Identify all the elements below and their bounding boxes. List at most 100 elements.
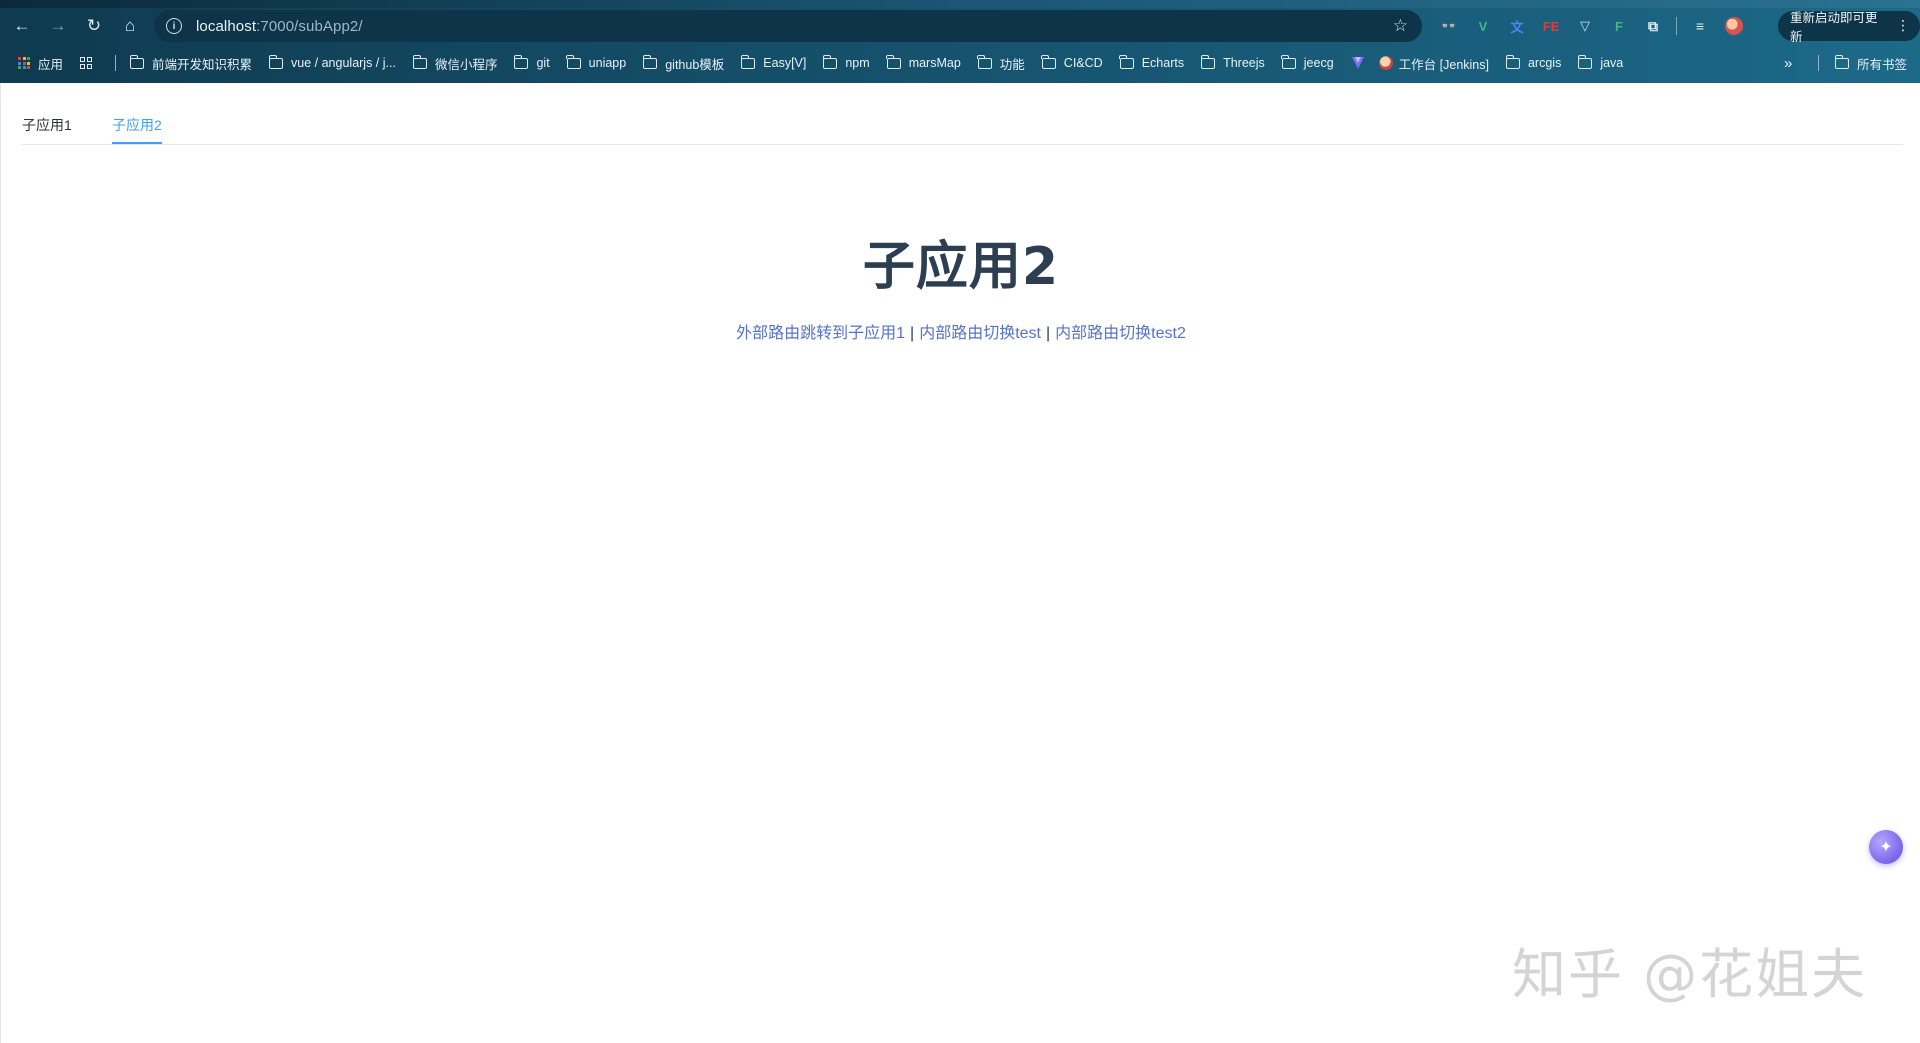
ai-assistant-icon[interactable]: ✦: [1869, 830, 1903, 864]
folder-icon: [886, 54, 901, 69]
bookmark-folder-3[interactable]: git: [514, 54, 550, 70]
tab-strip: [0, 0, 1920, 8]
tab-groups-button[interactable]: [80, 56, 103, 70]
folder-icon: [514, 54, 529, 69]
translate-extension-icon[interactable]: 文: [1500, 8, 1534, 44]
bookmarks-overflow-icon[interactable]: »: [1784, 48, 1792, 78]
bookmark-folder-8[interactable]: marsMap: [886, 54, 961, 70]
fe-helper-icon[interactable]: FE: [1534, 8, 1568, 44]
bookmark-star-icon[interactable]: ☆: [1393, 16, 1408, 36]
eye-extension-icon[interactable]: 👓: [1432, 8, 1466, 44]
update-button[interactable]: 重新启动即可更新 ⋮: [1778, 11, 1920, 44]
bookmark-jenkins-label: 工作台 [Jenkins]: [1398, 57, 1489, 72]
folder-icon: [1041, 54, 1056, 69]
tab-subapp2[interactable]: 子应用2: [112, 115, 162, 145]
f-extension-icon[interactable]: F: [1602, 8, 1636, 44]
tab-subapp1[interactable]: 子应用1: [22, 115, 72, 145]
link-external-subapp1[interactable]: 外部路由跳转到子应用1: [736, 325, 905, 342]
translate-extension-glyph: 文: [1510, 19, 1524, 35]
browser-toolbar: ← → ↻ ⌂ i localhost:7000/subApp2/ ☆ 👓 V 文 F…: [0, 8, 1920, 44]
extensions-area: 👓 V 文 FE ▽ F ⧉ ≡: [1432, 8, 1751, 44]
bookmark-folder-label: vue / angularjs / j...: [291, 56, 396, 70]
grid-icon: [80, 56, 93, 70]
all-bookmarks[interactable]: 所有书签: [1818, 48, 1907, 78]
bookmark-folder-more-1[interactable]: java: [1577, 54, 1624, 70]
forward-icon[interactable]: →: [40, 8, 76, 44]
jenkins-icon: [1378, 56, 1393, 70]
bookmark-folder-2[interactable]: 微信小程序: [412, 54, 497, 73]
bookmark-folder-5[interactable]: github模板: [642, 54, 725, 73]
bookmark-folders: 前端开发知识积累 vue / angularjs / j... 微信小程序 git un…: [129, 54, 1351, 73]
bookmark-folder-label: git: [536, 56, 550, 70]
folder-icon: [1505, 54, 1520, 69]
bookmark-folder-label: Echarts: [1141, 56, 1185, 70]
address-bar[interactable]: i localhost:7000/subApp2/ ☆: [154, 10, 1422, 42]
profile-avatar-icon[interactable]: [1717, 8, 1751, 44]
bookmark-folder-more-label: java: [1600, 56, 1624, 70]
link-separator: |: [1046, 325, 1051, 342]
bookmark-folder-13[interactable]: jeecg: [1281, 54, 1334, 70]
all-bookmarks-divider: [1818, 55, 1819, 71]
bookmark-folder-label: github模板: [665, 57, 725, 72]
f-extension-glyph: F: [1615, 18, 1623, 34]
folder-icon: [566, 54, 581, 69]
bookmark-folder-1[interactable]: vue / angularjs / j...: [268, 54, 396, 70]
folder-icon: [129, 54, 145, 69]
bookmarks-bar: 应用 前端开发知识积累 vue / angularjs / j... 微信小程序 gi…: [0, 48, 1920, 78]
folder-icon: [1834, 54, 1849, 69]
bookmark-folder-9[interactable]: 功能: [977, 54, 1025, 73]
folder-icon: [1577, 54, 1593, 69]
site-info-icon[interactable]: i: [166, 18, 182, 34]
tab-active-indicator: [112, 142, 162, 144]
bookmarks-divider: [115, 55, 117, 71]
bookmark-apps[interactable]: 应用: [18, 54, 63, 73]
bookmark-folder-label: marsMap: [908, 56, 961, 70]
url-host: localhost: [196, 17, 257, 35]
page-content: 子应用1 子应用2 子应用2 外部路由跳转到子应用1 | 内部路由切换test | 内部…: [0, 83, 1920, 1043]
back-icon[interactable]: ←: [4, 8, 40, 44]
folder-icon: [740, 54, 756, 69]
extensions-puzzle-icon[interactable]: ⧉: [1636, 8, 1670, 44]
fe-helper-glyph: FE: [1542, 18, 1560, 34]
app-tabs: 子应用1 子应用2: [22, 83, 1903, 145]
bookmark-folder-12[interactable]: Threejs: [1200, 54, 1265, 70]
url-path: :7000/subApp2/: [256, 17, 363, 35]
bookmark-folder-11[interactable]: Echarts: [1119, 54, 1185, 70]
reload-icon[interactable]: ↻: [76, 8, 112, 44]
vite-extension-glyph: ▽: [1580, 18, 1590, 33]
vuetify-icon[interactable]: [1351, 56, 1365, 70]
link-internal-test[interactable]: 内部路由切换test: [919, 325, 1041, 342]
bookmark-folder-more-label: arcgis: [1527, 56, 1562, 70]
bookmark-folder-more-0[interactable]: arcgis: [1505, 54, 1562, 70]
home-icon[interactable]: ⌂: [112, 8, 148, 44]
bookmark-folder-label: 前端开发知识积累: [152, 57, 253, 72]
browser-chrome: ← → ↻ ⌂ i localhost:7000/subApp2/ ☆ 👓 V 文 F…: [0, 0, 1920, 83]
url-text[interactable]: localhost:7000/subApp2/: [196, 18, 363, 35]
eye-extension-glyph: 👓: [1440, 18, 1458, 33]
kebab-menu-icon[interactable]: ⋮: [1896, 18, 1910, 32]
reading-list-icon[interactable]: ≡: [1683, 8, 1717, 44]
route-links: 外部路由跳转到子应用1 | 内部路由切换test | 内部路由切换test2: [1, 319, 1920, 343]
link-internal-test2[interactable]: 内部路由切换test2: [1055, 325, 1186, 342]
vue-devtools-icon[interactable]: V: [1466, 8, 1500, 44]
folder-icon: [1119, 54, 1134, 69]
bookmark-folder-label: npm: [845, 56, 870, 70]
bookmark-more-folders: arcgis java: [1505, 54, 1640, 70]
bookmark-jenkins[interactable]: 工作台 [Jenkins]: [1378, 54, 1489, 73]
bookmark-folder-10[interactable]: CI&CD: [1041, 54, 1103, 70]
vite-extension-icon[interactable]: ▽: [1568, 8, 1602, 44]
watermark-text: 知乎 @花姐夫: [1512, 943, 1868, 1006]
bookmark-folder-6[interactable]: Easy[V]: [740, 54, 807, 70]
toolbar-separator: [1676, 17, 1677, 35]
bookmark-folder-4[interactable]: uniapp: [566, 54, 626, 70]
bookmark-folder-7[interactable]: npm: [822, 54, 870, 70]
bookmark-folder-label: CI&CD: [1063, 56, 1103, 70]
bookmark-folder-label: Threejs: [1223, 56, 1265, 70]
link-separator: |: [910, 325, 915, 342]
folder-icon: [977, 54, 992, 69]
bookmark-folder-label: Easy[V]: [763, 56, 807, 70]
update-label: 重新启动即可更新: [1790, 11, 1878, 44]
folder-icon: [822, 54, 838, 69]
bookmark-folder-0[interactable]: 前端开发知识积累: [129, 54, 253, 73]
apps-icon: [18, 57, 30, 69]
